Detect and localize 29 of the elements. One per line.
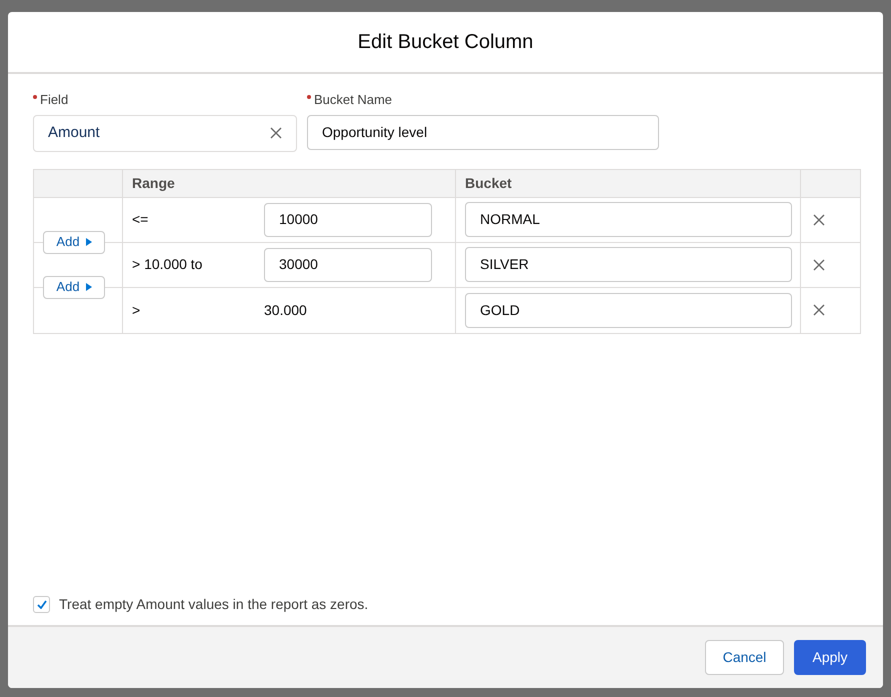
bucket-input[interactable]: NORMAL xyxy=(465,202,792,237)
add-button[interactable]: Add xyxy=(43,230,105,254)
checkbox-label: Treat empty Amount values in the report as zeros. xyxy=(59,595,368,614)
range-operator: <= xyxy=(132,210,150,229)
dialog-title: Edit Bucket Column xyxy=(358,30,534,55)
caret-icon xyxy=(86,238,92,246)
range-operator: > 10.000 to xyxy=(132,255,204,274)
apply-button[interactable]: Apply xyxy=(794,640,866,675)
column-header: Range xyxy=(132,174,175,193)
column-header: Bucket xyxy=(465,174,512,192)
range-operator: > xyxy=(132,300,142,320)
bucket-input[interactable]: GOLD xyxy=(465,292,792,328)
caret-icon xyxy=(86,283,92,291)
check-icon xyxy=(36,600,46,609)
delete-icon[interactable] xyxy=(813,214,825,226)
bucket-input[interactable]: SILVER xyxy=(465,247,792,282)
field-label: Bucket Name xyxy=(314,91,392,109)
checkbox[interactable] xyxy=(33,596,50,613)
threshold-input[interactable]: 30000 xyxy=(264,248,432,282)
threshold-input[interactable]: 10000 xyxy=(264,202,432,236)
field-label: Field xyxy=(40,91,68,109)
delete-icon[interactable] xyxy=(813,258,825,270)
threshold-value: 30.000 xyxy=(264,300,307,320)
cancel-button[interactable]: Cancel xyxy=(705,640,784,675)
add-button[interactable]: Add xyxy=(43,276,105,298)
delete-icon[interactable] xyxy=(813,304,825,316)
field-select[interactable]: Amount xyxy=(33,114,297,152)
clear-icon[interactable] xyxy=(270,127,282,139)
bucket-name-input[interactable]: Opportunity level xyxy=(307,114,659,150)
